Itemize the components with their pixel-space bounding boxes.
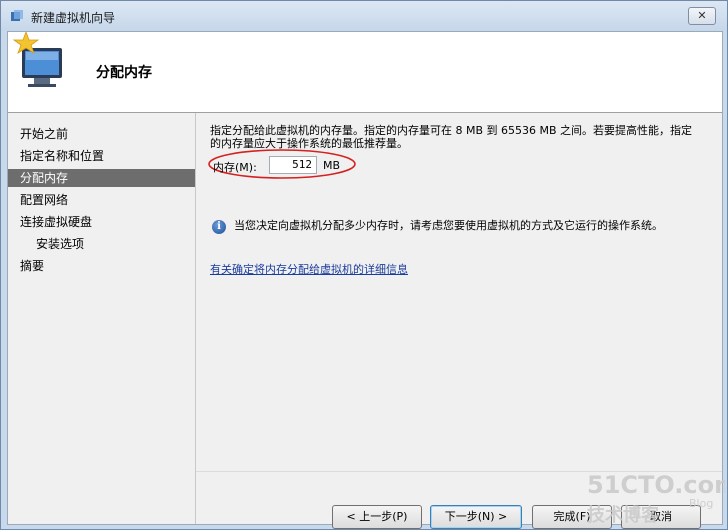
previous-button[interactable]: < 上一步(P) — [332, 505, 422, 529]
watermark-line1: 51CTO.com — [587, 471, 725, 499]
nav-item-assign-memory[interactable]: 分配内存 — [8, 169, 195, 187]
wizard-content: 指定分配给此虚拟机的内存量。指定的内存量可在 8 MB 到 65536 MB 之… — [196, 113, 722, 529]
close-button[interactable]: ✕ — [688, 7, 716, 25]
hyperv-app-icon — [11, 10, 23, 21]
next-button[interactable]: 下一步(N) > — [430, 505, 522, 529]
info-icon: i — [212, 220, 226, 234]
page-title: 分配内存 — [96, 65, 152, 81]
nav-item-summary[interactable]: 摘要 — [8, 257, 195, 275]
nav-item-name-location[interactable]: 指定名称和位置 — [8, 147, 195, 165]
memory-label: 内存(M): — [213, 161, 257, 174]
nav-item-configure-network[interactable]: 配置网络 — [8, 191, 195, 209]
wizard-client-area: 分配内存 开始之前 指定名称和位置 分配内存 配置网络 连接虚拟硬盘 安装选项 … — [7, 31, 723, 529]
watermark-logo: 51CTO.com 技术博客 Blog — [587, 471, 725, 526]
wizard-window: 新建虚拟机向导 ✕ 分配内存 开始之前 指定名称和位置 分配内存 配置网络 连接… — [0, 0, 728, 530]
nav-item-install-options[interactable]: 安装选项 — [8, 235, 195, 253]
nav-item-before-you-begin[interactable]: 开始之前 — [8, 125, 195, 143]
watermark-line2: 技术博客 — [587, 504, 660, 526]
memory-unit: MB — [323, 159, 341, 172]
wizard-header: 分配内存 — [8, 32, 722, 113]
memory-help-link[interactable]: 有关确定将内存分配给虚拟机的详细信息 — [210, 261, 408, 277]
title-bar: 新建虚拟机向导 ✕ — [1, 1, 727, 31]
nav-item-connect-vhd[interactable]: 连接虚拟硬盘 — [8, 213, 195, 231]
wizard-computer-star-icon — [12, 32, 62, 87]
window-title: 新建虚拟机向导 — [31, 11, 116, 25]
memory-info-text: 当您决定向虚拟机分配多少内存时，请考虑您要使用虚拟机的方式及它运行的操作系统。 — [234, 219, 663, 232]
watermark-line3: Blog — [689, 497, 713, 510]
memory-input[interactable]: 512 — [269, 156, 317, 174]
wizard-step-nav: 开始之前 指定名称和位置 分配内存 配置网络 连接虚拟硬盘 安装选项 摘要 — [8, 113, 196, 524]
